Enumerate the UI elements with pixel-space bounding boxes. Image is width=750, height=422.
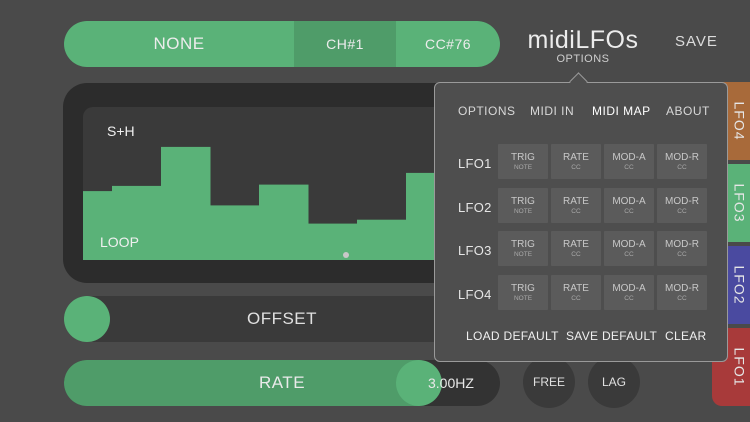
- rate-value: 3.00HZ: [428, 375, 474, 391]
- options-link[interactable]: OPTIONS: [520, 53, 646, 65]
- cell-sublabel: CC: [677, 295, 687, 302]
- cell-sublabel: CC: [624, 251, 634, 258]
- phase-indicator: [343, 252, 349, 258]
- wave-shape-label[interactable]: S+H: [107, 123, 135, 139]
- cell-sublabel: NOTE: [513, 164, 533, 171]
- cell-sublabel: NOTE: [513, 295, 533, 302]
- row-label-lfo2: LFO2: [458, 200, 492, 215]
- cell-sublabel: CC: [571, 295, 581, 302]
- free-button[interactable]: FREE: [523, 356, 575, 408]
- cell-label: RATE: [563, 239, 589, 250]
- cell-sublabel: CC: [677, 164, 687, 171]
- tab-midi-map[interactable]: MIDI MAP: [592, 104, 651, 118]
- waveform-panel[interactable]: S+H LOOP: [63, 83, 483, 283]
- loop-mode-label[interactable]: LOOP: [100, 234, 139, 250]
- map-lfo2-mod-r[interactable]: MOD-R CC: [657, 188, 707, 223]
- cell-label: TRIG: [511, 152, 535, 163]
- tab-lfo2-label: LFO2: [731, 265, 748, 305]
- app-title[interactable]: midiLFOs: [520, 26, 646, 55]
- cell-sublabel: CC: [571, 164, 581, 171]
- tab-lfo4-label: LFO4: [731, 101, 748, 141]
- tab-midi-in[interactable]: MIDI IN: [530, 104, 574, 118]
- map-lfo1-rate[interactable]: RATE CC: [551, 144, 601, 179]
- cell-label: MOD-A: [612, 283, 646, 294]
- cell-label: TRIG: [511, 283, 535, 294]
- load-default-button[interactable]: LOAD DEFAULT: [466, 329, 559, 343]
- map-lfo1-trig[interactable]: TRIG NOTE: [498, 144, 548, 179]
- waveform-area[interactable]: [83, 107, 483, 260]
- cell-label: TRIG: [511, 196, 535, 207]
- map-lfo3-rate[interactable]: RATE CC: [551, 231, 601, 266]
- map-lfo2-rate[interactable]: RATE CC: [551, 188, 601, 223]
- waveform-graph: [83, 146, 483, 260]
- cell-label: MOD-A: [612, 196, 646, 207]
- map-lfo4-trig[interactable]: TRIG NOTE: [498, 275, 548, 310]
- map-lfo4-rate[interactable]: RATE CC: [551, 275, 601, 310]
- map-lfo2-mod-a[interactable]: MOD-A CC: [604, 188, 654, 223]
- cell-label: MOD-R: [665, 283, 699, 294]
- row-label-lfo1: LFO1: [458, 156, 492, 171]
- cell-sublabel: NOTE: [513, 208, 533, 215]
- cell-sublabel: NOTE: [513, 251, 533, 258]
- cell-label: MOD-R: [665, 152, 699, 163]
- cell-sublabel: CC: [624, 164, 634, 171]
- wave-step: [308, 223, 358, 260]
- cell-label: MOD-A: [612, 239, 646, 250]
- row-label-lfo3: LFO3: [458, 243, 492, 258]
- map-lfo3-trig[interactable]: TRIG NOTE: [498, 231, 548, 266]
- map-lfo1-mod-a[interactable]: MOD-A CC: [604, 144, 654, 179]
- map-lfo3-mod-r[interactable]: MOD-R CC: [657, 231, 707, 266]
- tab-about[interactable]: ABOUT: [666, 104, 710, 118]
- tab-lfo1-label: LFO1: [731, 347, 748, 387]
- save-button[interactable]: SAVE: [675, 33, 718, 50]
- map-lfo4-mod-a[interactable]: MOD-A CC: [604, 275, 654, 310]
- cell-label: RATE: [563, 152, 589, 163]
- cell-label: MOD-R: [665, 239, 699, 250]
- cell-sublabel: CC: [571, 208, 581, 215]
- cell-sublabel: CC: [624, 208, 634, 215]
- cell-label: MOD-R: [665, 196, 699, 207]
- cell-sublabel: CC: [677, 251, 687, 258]
- wave-step: [210, 205, 260, 260]
- cc-selector[interactable]: CC#76: [396, 21, 500, 67]
- channel-selector[interactable]: CH#1: [294, 21, 396, 67]
- cell-sublabel: CC: [624, 295, 634, 302]
- map-lfo3-mod-a[interactable]: MOD-A CC: [604, 231, 654, 266]
- cell-label: RATE: [563, 283, 589, 294]
- row-label-lfo4: LFO4: [458, 287, 492, 302]
- cell-sublabel: CC: [677, 208, 687, 215]
- tab-lfo3-label: LFO3: [731, 183, 748, 223]
- cell-sublabel: CC: [571, 251, 581, 258]
- midi-target-bar[interactable]: NONE CH#1 CC#76: [64, 21, 500, 67]
- save-default-button[interactable]: SAVE DEFAULT: [566, 329, 657, 343]
- tab-options[interactable]: OPTIONS: [458, 104, 516, 118]
- cell-label: TRIG: [511, 239, 535, 250]
- wave-step: [357, 219, 407, 260]
- map-lfo1-mod-r[interactable]: MOD-R CC: [657, 144, 707, 179]
- clear-button[interactable]: CLEAR: [665, 329, 707, 343]
- cell-label: MOD-A: [612, 152, 646, 163]
- cell-label: RATE: [563, 196, 589, 207]
- wave-step: [161, 146, 211, 260]
- lag-button[interactable]: LAG: [588, 356, 640, 408]
- map-lfo2-trig[interactable]: TRIG NOTE: [498, 188, 548, 223]
- map-lfo4-mod-r[interactable]: MOD-R CC: [657, 275, 707, 310]
- target-selector[interactable]: NONE: [64, 21, 294, 67]
- wave-step: [259, 184, 309, 260]
